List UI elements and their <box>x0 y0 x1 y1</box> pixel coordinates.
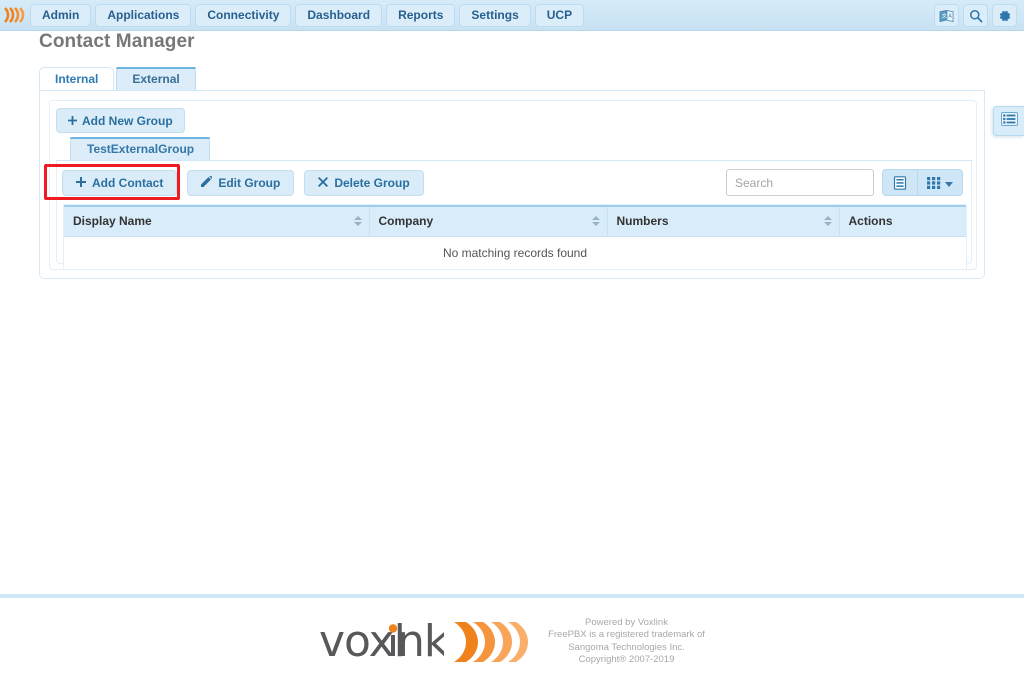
contacts-table-wrapper: Display Name Company Numbers Actions No … <box>63 204 967 270</box>
plus-icon <box>76 176 86 190</box>
contacts-table: Display Name Company Numbers Actions No … <box>64 205 966 269</box>
add-contact-button[interactable]: Add Contact <box>62 170 178 196</box>
list-view-icon[interactable] <box>882 169 917 196</box>
search-icon[interactable] <box>963 4 988 27</box>
footer-line-company: Sangoma Technologies Inc. <box>568 641 685 653</box>
nav-item-reports[interactable]: Reports <box>386 3 456 27</box>
nav-label: Applications <box>107 8 180 22</box>
column-header-numbers[interactable]: Numbers <box>607 205 840 237</box>
nav-label: UCP <box>546 8 573 22</box>
top-navbar: Admin Applications Connectivity Dashboar… <box>0 0 1024 31</box>
page-title: Contact Manager <box>39 31 195 52</box>
add-new-group-label: Add New Group <box>82 113 173 128</box>
table-empty-row: No matching records found <box>64 236 966 269</box>
navbar-right-icons: 文 A <box>934 4 1017 27</box>
table-head: Display Name Company Numbers Actions <box>64 205 966 237</box>
column-header-actions: Actions <box>839 205 966 237</box>
column-label: Actions <box>848 214 893 229</box>
sort-arrows-icon <box>353 216 362 227</box>
nav-label: Connectivity <box>207 8 280 22</box>
navbar-menu: Admin Applications Connectivity Dashboar… <box>30 3 585 27</box>
table-body: No matching records found <box>64 236 966 269</box>
tab-label: Internal <box>55 72 99 86</box>
footer-line-powered-by: Powered by Voxlink <box>585 616 668 628</box>
footer-line-copyright: Copyright® 2007-2019 <box>578 654 675 665</box>
nav-label: Dashboard <box>307 8 371 22</box>
group-content: Add Contact Edit Group Delete Group Sear… <box>56 161 972 270</box>
voxlink-footer-logo: voxl nk <box>319 618 530 666</box>
column-header-display-name[interactable]: Display Name <box>64 205 370 237</box>
svg-text:nk: nk <box>397 618 444 666</box>
voxlink-waves-logo-icon[interactable] <box>0 0 30 31</box>
contact-manager-panel: Add New Group TestExternalGroup Add Cont… <box>39 91 985 279</box>
column-label: Numbers <box>616 214 669 229</box>
delete-group-button[interactable]: Delete Group <box>304 170 424 196</box>
table-tool-buttons <box>882 169 963 196</box>
edit-group-button[interactable]: Edit Group <box>187 170 295 196</box>
language-icon[interactable]: 文 A <box>934 4 959 27</box>
nav-label: Admin <box>42 8 80 22</box>
delete-group-label: Delete Group <box>334 176 410 190</box>
search-input[interactable] <box>726 169 874 196</box>
nav-item-admin[interactable]: Admin <box>30 3 92 27</box>
chevron-down-icon <box>945 174 953 192</box>
footer-credits: Powered by Voxlink FreePBX is a register… <box>548 617 705 667</box>
pencil-icon <box>201 176 214 190</box>
sort-arrows-icon <box>591 216 600 227</box>
table-toolbar <box>726 169 963 196</box>
nav-item-dashboard[interactable]: Dashboard <box>295 3 383 27</box>
plus-icon <box>68 114 77 128</box>
group-tab-label: TestExternalGroup <box>87 142 195 156</box>
group-tab-testexternalgroup[interactable]: TestExternalGroup <box>70 137 211 160</box>
footer-line-trademark: FreePBX is a registered trademark of <box>548 629 705 640</box>
tab-label: External <box>132 72 180 86</box>
footer-divider <box>0 594 1024 598</box>
nav-label: Settings <box>471 8 519 22</box>
svg-text:文: 文 <box>942 11 947 19</box>
gear-icon[interactable] <box>992 4 1017 27</box>
edit-group-label: Edit Group <box>218 176 281 190</box>
group-tab-strip: TestExternalGroup <box>56 137 972 161</box>
voxlink-waves-icon <box>454 621 529 662</box>
table-header-row: Display Name Company Numbers Actions <box>64 205 966 237</box>
column-label: Company <box>378 214 434 229</box>
page-footer: voxl nk Powered by Voxlink FreePBX is a … <box>0 600 1024 683</box>
svg-text:A: A <box>948 13 952 19</box>
nav-item-ucp[interactable]: UCP <box>534 3 585 27</box>
column-label: Display Name <box>73 214 152 229</box>
empty-message: No matching records found <box>64 236 966 269</box>
voxlink-wordmark-icon: voxl nk <box>319 618 444 666</box>
times-icon <box>318 176 329 190</box>
tab-internal[interactable]: Internal <box>39 67 115 90</box>
sort-arrows-icon <box>823 216 832 227</box>
nav-label: Reports <box>398 8 444 22</box>
column-header-company[interactable]: Company <box>369 205 608 237</box>
nav-item-settings[interactable]: Settings <box>459 3 531 27</box>
side-panel-toggle-button[interactable] <box>993 106 1024 136</box>
column-visibility-grid-icon[interactable] <box>917 169 963 196</box>
add-new-group-button[interactable]: Add New Group <box>56 108 185 133</box>
nav-item-applications[interactable]: Applications <box>95 3 192 27</box>
contact-type-tabs: Internal External <box>39 67 985 91</box>
group-action-buttons: Add Contact Edit Group Delete Group <box>62 170 424 196</box>
group-section: Add New Group TestExternalGroup Add Cont… <box>49 100 977 270</box>
list-panel-icon <box>1000 111 1018 131</box>
nav-item-connectivity[interactable]: Connectivity <box>195 3 292 27</box>
add-contact-label: Add Contact <box>92 176 164 190</box>
tab-external[interactable]: External <box>116 67 197 90</box>
